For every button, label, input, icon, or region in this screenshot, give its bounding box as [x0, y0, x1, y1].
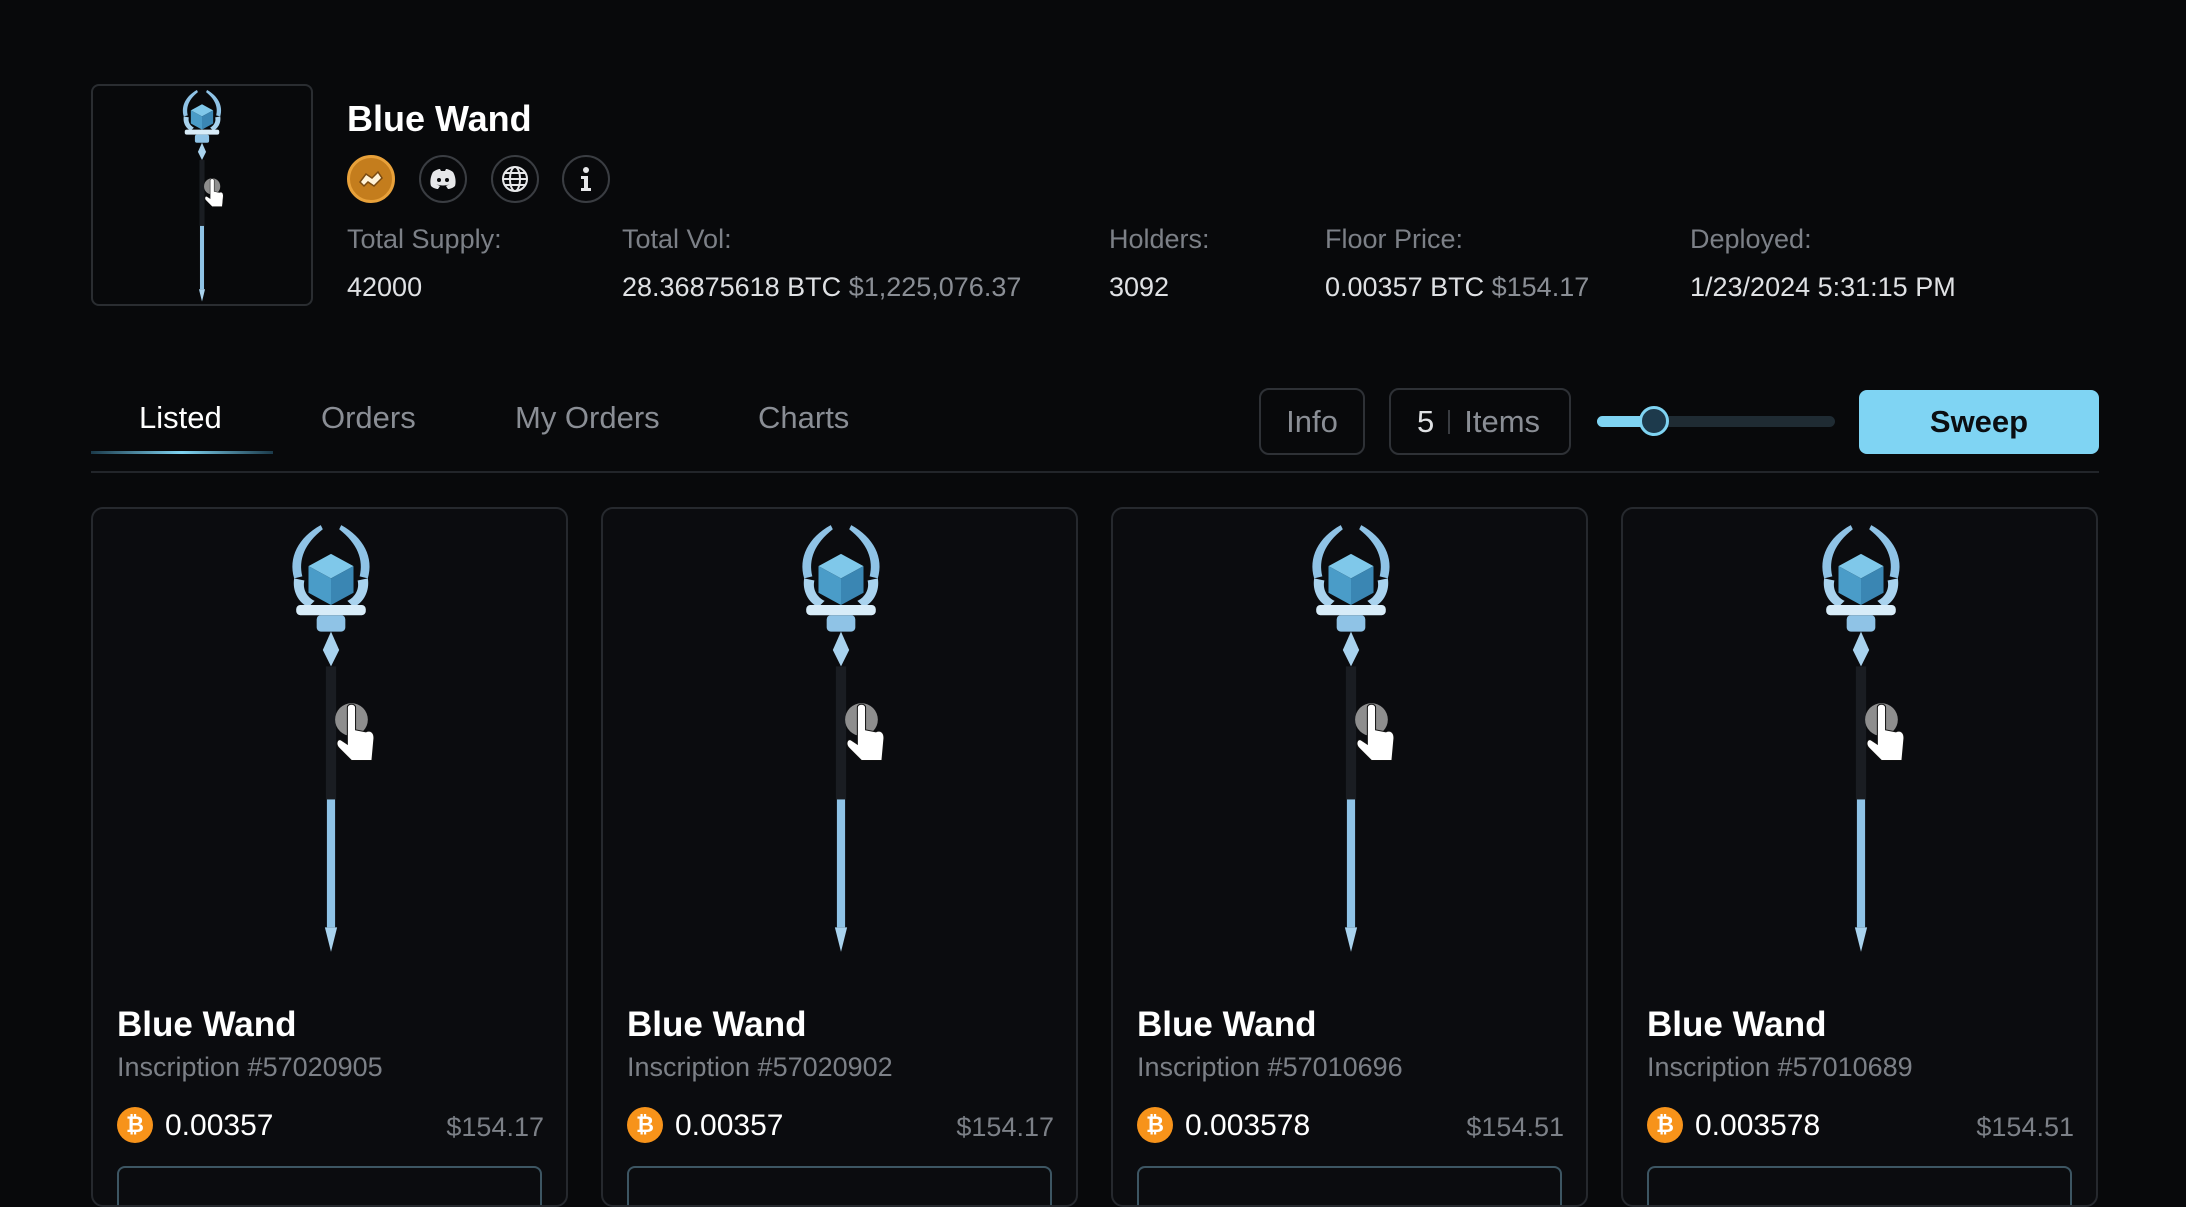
listing-card[interactable]: Blue Wand Inscription #57020905 ₿ 0.0035… [91, 507, 568, 1207]
info-button[interactable]: Info [1259, 388, 1365, 455]
total-vol-usd: $1,225,076.37 [848, 272, 1022, 302]
card-usd-price: $154.17 [446, 1112, 544, 1142]
sweep-slider-handle[interactable] [1639, 406, 1669, 436]
items-label: Items [1464, 403, 1541, 439]
items-count-field[interactable]: 5 Items [1389, 388, 1571, 455]
collection-title: Blue Wand [347, 98, 532, 139]
buy-button[interactable] [1137, 1166, 1562, 1205]
sweep-button[interactable]: Sweep [1859, 390, 2099, 454]
card-price: 0.003578 [1695, 1109, 1821, 1142]
bitcoin-icon: ₿ [627, 1107, 663, 1143]
card-title: Blue Wand [117, 1005, 297, 1044]
items-count-value[interactable]: 5 [1417, 404, 1434, 440]
listing-card[interactable]: Blue Wand Inscription #57020902 ₿ 0.0035… [601, 507, 1078, 1207]
tabs-divider [91, 471, 2099, 473]
bitcoin-icon: ₿ [117, 1107, 153, 1143]
card-usd-price: $154.51 [1466, 1112, 1564, 1142]
card-inscription: Inscription #57010689 [1647, 1052, 1913, 1082]
buy-button[interactable] [1647, 1166, 2072, 1205]
card-usd-price: $154.17 [956, 1112, 1054, 1142]
wand-image [801, 524, 885, 953]
buy-button[interactable] [627, 1166, 1052, 1205]
globe-icon[interactable] [491, 155, 539, 203]
deployed-value: 1/23/2024 5:31:15 PM [1690, 272, 1956, 302]
card-price: 0.003578 [1185, 1109, 1311, 1142]
listing-card[interactable]: Blue Wand Inscription #57010689 ₿ 0.0035… [1621, 507, 2098, 1207]
bitcoin-icon: ₿ [1137, 1107, 1173, 1143]
card-usd-price: $154.51 [1976, 1112, 2074, 1142]
tab-charts[interactable]: Charts [758, 400, 849, 436]
total-vol-label: Total Vol: [622, 224, 732, 254]
wand-image [1311, 524, 1395, 953]
card-price: 0.00357 [675, 1109, 784, 1142]
tab-my-orders[interactable]: My Orders [515, 400, 660, 436]
card-inscription: Inscription #57020902 [627, 1052, 893, 1082]
card-inscription: Inscription #57010696 [1137, 1052, 1403, 1082]
holders-value: 3092 [1109, 272, 1170, 302]
wand-image [1821, 524, 1905, 953]
deployed-label: Deployed: [1690, 224, 1812, 254]
total-supply-label: Total Supply: [347, 224, 502, 254]
wand-image [182, 89, 224, 302]
card-title: Blue Wand [1137, 1005, 1317, 1044]
collection-logo [91, 84, 313, 306]
items-separator [1448, 409, 1451, 434]
total-supply-value: 42000 [347, 272, 423, 302]
active-tab-indicator [91, 451, 273, 454]
floor-price-btc: 0.00357 BTC [1325, 272, 1485, 302]
wand-image [291, 524, 375, 953]
tab-orders[interactable]: Orders [321, 400, 416, 436]
floor-price-label: Floor Price: [1325, 224, 1464, 254]
floor-price-value: 0.00357 BTC $154.17 [1325, 272, 1589, 303]
info-icon[interactable] [562, 155, 610, 203]
total-vol-btc: 28.36875618 BTC [622, 272, 842, 302]
buy-button[interactable] [117, 1166, 542, 1205]
card-price: 0.00357 [165, 1109, 274, 1142]
total-vol-value: 28.36875618 BTC $1,225,076.37 [622, 272, 1021, 303]
discord-icon[interactable] [419, 155, 467, 203]
card-title: Blue Wand [627, 1005, 807, 1044]
floor-price-usd: $154.17 [1491, 272, 1590, 302]
magic-eden-icon[interactable] [347, 155, 395, 203]
tab-listed[interactable]: Listed [139, 400, 222, 436]
card-inscription: Inscription #57020905 [117, 1052, 383, 1082]
bitcoin-icon: ₿ [1647, 1107, 1683, 1143]
card-title: Blue Wand [1647, 1005, 1827, 1044]
holders-label: Holders: [1109, 224, 1210, 254]
listing-card[interactable]: Blue Wand Inscription #57010696 ₿ 0.0035… [1111, 507, 1588, 1207]
